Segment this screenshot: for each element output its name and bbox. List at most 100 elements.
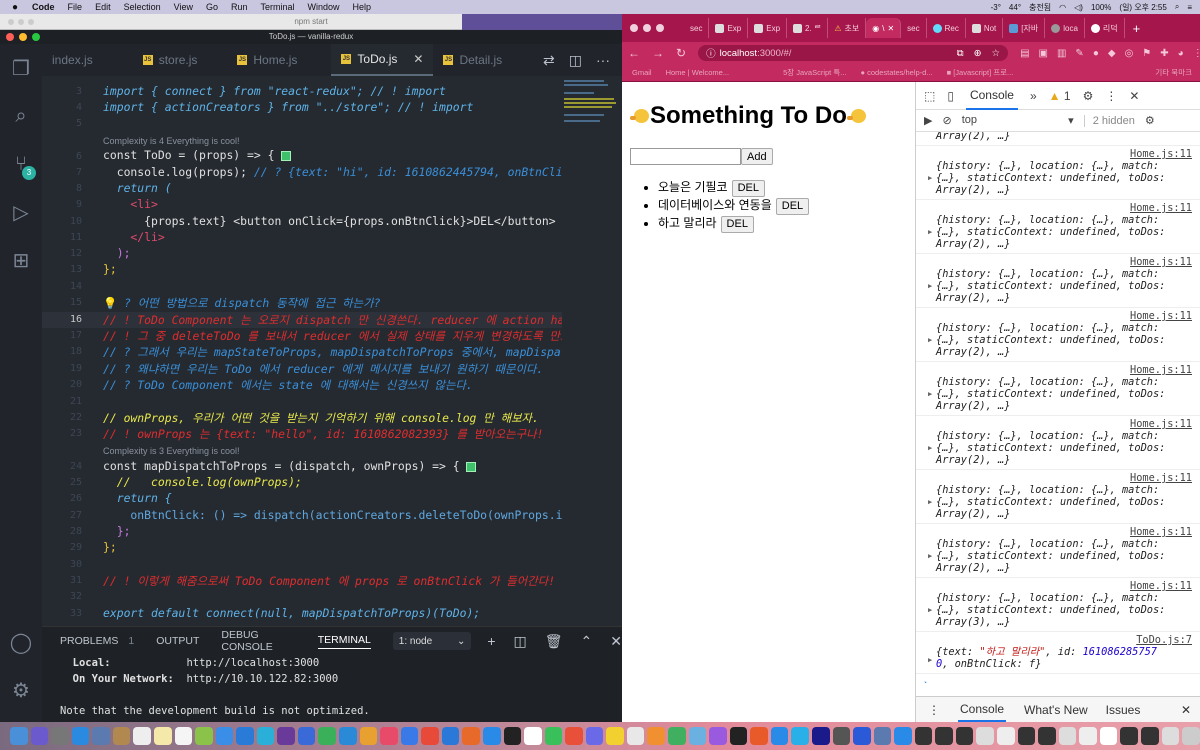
- tab-home-js[interactable]: JS Home.js: [227, 44, 307, 76]
- menu-view[interactable]: View: [174, 2, 193, 12]
- close-dot[interactable]: [8, 19, 14, 25]
- console-entry[interactable]: Home.js:11 ▶ {history: {…}, location: {…},…: [916, 578, 1200, 632]
- dock-app-icon[interactable]: [955, 727, 974, 745]
- dock-app-icon[interactable]: [421, 727, 439, 745]
- complexity-codelens[interactable]: Complexity is 3 Everything is cool!: [103, 446, 240, 456]
- console-entry[interactable]: ToDo.js:7 ▶ {text: "하고 말리라", id: 1610862…: [916, 632, 1200, 674]
- source-link[interactable]: Home.js:11: [936, 526, 1192, 538]
- extensions-icon[interactable]: ⊞: [0, 236, 42, 284]
- dock-app-icon[interactable]: [318, 727, 336, 745]
- dock-app-icon[interactable]: [215, 727, 234, 745]
- devtools-menu-icon[interactable]: ⋮: [1105, 89, 1117, 103]
- drawer-menu-icon[interactable]: ⋮: [928, 703, 940, 717]
- puzzle-icon[interactable]: ✚: [1160, 48, 1168, 59]
- add-button[interactable]: Add: [741, 148, 773, 165]
- dock-app-icon[interactable]: [503, 727, 522, 745]
- browser-tab[interactable]: Not: [966, 18, 1004, 38]
- browser-tab[interactable]: [자바: [1003, 18, 1046, 38]
- zoom-dot[interactable]: [28, 19, 34, 25]
- source-link[interactable]: Home.js:11: [936, 310, 1192, 322]
- dock-app-icon[interactable]: [51, 727, 69, 745]
- split-editor-icon[interactable]: ◫: [569, 52, 582, 69]
- dock-app-icon[interactable]: [709, 727, 727, 745]
- source-link[interactable]: Home.js:11: [936, 418, 1192, 430]
- menu-help[interactable]: Help: [353, 2, 372, 12]
- dock-app-icon[interactable]: [935, 727, 953, 745]
- tab-problems[interactable]: PROBLEMS 1: [60, 635, 134, 647]
- dock-app-icon[interactable]: [71, 727, 90, 745]
- delete-button[interactable]: DEL: [720, 215, 754, 233]
- compare-changes-icon[interactable]: ⇄: [543, 52, 555, 69]
- dock-app-icon[interactable]: [811, 727, 830, 745]
- zoom-icon[interactable]: ⊕: [974, 48, 982, 59]
- forward-icon[interactable]: →: [652, 46, 664, 60]
- bookmark-github[interactable]: ● codestates/help-d...: [861, 68, 933, 77]
- minimap[interactable]: [562, 76, 622, 626]
- dock-app-icon[interactable]: [544, 727, 563, 745]
- expand-triangle-icon[interactable]: ▶: [928, 442, 932, 454]
- expand-triangle-icon[interactable]: ▶: [928, 550, 932, 562]
- dock-app-icon[interactable]: [770, 727, 789, 745]
- dock-app-icon[interactable]: [1017, 727, 1036, 745]
- close-panel-icon[interactable]: ✕: [610, 633, 622, 650]
- menu-selection[interactable]: Selection: [124, 2, 161, 12]
- browser-tab[interactable]: Rec: [927, 18, 966, 38]
- tab-console[interactable]: Console: [965, 82, 1018, 110]
- new-tab-icon[interactable]: +: [1133, 21, 1141, 36]
- bookmark-js[interactable]: 5장 JavaScript 특...: [783, 67, 846, 78]
- split-terminal-icon[interactable]: ◫: [514, 633, 527, 650]
- source-link[interactable]: ToDo.js:7: [936, 634, 1192, 646]
- lightbulb-icon[interactable]: 💡: [103, 296, 117, 310]
- terminal-select[interactable]: 1: node ⌄: [392, 632, 472, 650]
- sidebar-toggle-icon[interactable]: ▶: [924, 114, 932, 127]
- todo-input[interactable]: [630, 148, 741, 165]
- dock-app-icon[interactable]: [1161, 727, 1180, 745]
- dock-app-icon[interactable]: [791, 727, 809, 745]
- dock-app-icon[interactable]: [359, 727, 378, 745]
- tab-store-js[interactable]: JS store.js: [133, 44, 208, 76]
- dock-app-icon[interactable]: [668, 727, 686, 745]
- source-link[interactable]: Home.js:11: [936, 364, 1192, 376]
- minimize-button[interactable]: [19, 33, 27, 41]
- maximize-button[interactable]: [32, 33, 40, 41]
- temperature-status[interactable]: 44°: [1009, 3, 1021, 12]
- clear-console-icon[interactable]: ⊘: [942, 114, 951, 127]
- devtools-settings-icon[interactable]: ⚙: [1083, 89, 1094, 103]
- minimize-button[interactable]: [643, 24, 651, 32]
- dock-app-icon[interactable]: [400, 727, 419, 745]
- extension-icon[interactable]: ●: [1093, 48, 1099, 59]
- dock-app-icon[interactable]: [832, 727, 851, 745]
- delete-button[interactable]: DEL: [731, 179, 765, 197]
- dock-app-icon[interactable]: [1038, 727, 1056, 745]
- source-link[interactable]: Home.js:11: [936, 202, 1192, 214]
- menu-edit[interactable]: Edit: [95, 2, 111, 12]
- menu-window[interactable]: Window: [308, 2, 340, 12]
- source-control-icon[interactable]: ⑂ 3: [0, 140, 42, 188]
- dock-app-icon[interactable]: [1140, 727, 1159, 745]
- bookmark-javascript[interactable]: ■ [Javascript] 프로...: [947, 67, 1014, 78]
- tab-index-js[interactable]: index.js: [42, 44, 103, 76]
- extension-icon[interactable]: ⚑: [1142, 48, 1151, 59]
- dock-app-icon[interactable]: [894, 727, 912, 745]
- console-entry[interactable]: Home.js:11 ▶ {history: {…}, location: {…},…: [916, 416, 1200, 470]
- dock-app-icon[interactable]: [174, 727, 193, 745]
- dock-app-icon[interactable]: [626, 727, 645, 745]
- search-icon[interactable]: ⌕: [0, 92, 42, 140]
- tab-todo-js[interactable]: JS ToDo.js ✕: [331, 44, 434, 76]
- dock-app-icon[interactable]: [297, 727, 316, 745]
- dock-app-icon[interactable]: [277, 727, 295, 745]
- close-button[interactable]: [6, 33, 14, 41]
- dock-app-icon[interactable]: [565, 727, 583, 745]
- bookmark-home[interactable]: Home | Welcome...: [666, 68, 730, 77]
- dock-app-icon[interactable]: [1099, 727, 1118, 745]
- run-debug-icon[interactable]: ▷: [0, 188, 42, 236]
- inspect-element-icon[interactable]: ⬚: [924, 89, 935, 103]
- close-button[interactable]: [630, 24, 638, 32]
- dock-app-icon[interactable]: [1120, 727, 1138, 745]
- menu-go[interactable]: Go: [206, 2, 218, 12]
- source-link[interactable]: Home.js:11: [936, 472, 1192, 484]
- drawer-tab-issues[interactable]: Issues: [1106, 703, 1141, 717]
- control-center-icon[interactable]: ≡: [1187, 3, 1192, 12]
- profile-avatar[interactable]: ◕: [1178, 48, 1184, 59]
- drawer-tab-console[interactable]: Console: [958, 698, 1007, 722]
